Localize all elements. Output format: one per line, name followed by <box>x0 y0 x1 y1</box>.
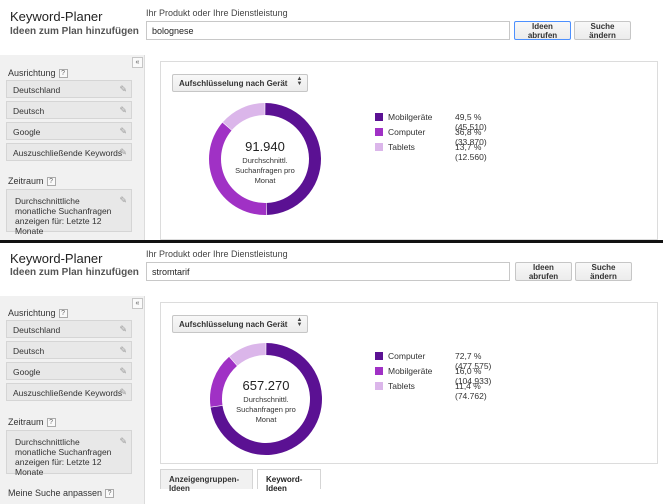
breakdown-dropdown-label: Aufschlüsselung nach Gerät <box>179 79 288 88</box>
pencil-icon[interactable]: ✎ <box>119 195 127 205</box>
legend-label: Mobilgeräte <box>388 366 433 376</box>
breakdown-dropdown-label: Aufschlüsselung nach Gerät <box>179 320 288 329</box>
date-range-text: Durchschnittliche monatliche Suchanfrage… <box>15 196 112 236</box>
content-area: Aufschlüsselung nach Gerät ▲ ▼ 91.940 Dur… <box>152 55 663 240</box>
modify-search-button[interactable]: Suche ändern <box>575 262 632 281</box>
help-icon[interactable]: ? <box>46 418 56 428</box>
product-search-input[interactable] <box>146 21 510 40</box>
device-breakdown-card: Aufschlüsselung nach Gerät ▲ ▼ 657.270 Du… <box>160 302 658 464</box>
legend-swatch <box>375 352 383 360</box>
customize-search-label-text: Meine Suche anpassen <box>8 488 103 498</box>
pencil-icon[interactable]: ✎ <box>119 387 127 398</box>
collapse-sidebar-button[interactable]: « <box>132 298 143 309</box>
sidebar-item-label: Deutsch <box>13 106 45 116</box>
pencil-icon[interactable]: ✎ <box>119 126 127 137</box>
pencil-icon[interactable]: ✎ <box>119 147 127 158</box>
date-range-label: Zeitraum? <box>8 417 56 428</box>
legend-stat: 11,4 % (74.762) <box>455 381 487 401</box>
legend-swatch <box>375 113 383 121</box>
top-keyword-planner-panel: Keyword-Planer Ideen zum Plan hinzufügen… <box>0 0 663 240</box>
sidebar-item-label: Google <box>13 367 41 377</box>
total-searches-value: 657.270 <box>242 378 290 393</box>
total-searches-caption: Durchschnittl. Suchanfragen pro Monat <box>236 395 296 424</box>
legend-label: Computer <box>388 127 426 137</box>
date-range-box[interactable]: Durchschnittliche monatliche Suchanfrage… <box>6 189 132 236</box>
help-icon[interactable]: ? <box>105 489 115 499</box>
content-area: Aufschlüsselung nach Gerät ▲ ▼ 657.270 Du… <box>152 296 663 504</box>
legend-label: Mobilgeräte <box>388 112 433 122</box>
date-range-label-text: Zeitraum <box>8 417 44 427</box>
total-searches-value: 91.940 <box>245 139 285 154</box>
legend-stat: 13,7 % (12.560) <box>455 142 487 162</box>
breakdown-dropdown[interactable]: Aufschlüsselung nach Gerät ▲ ▼ <box>172 74 309 92</box>
sort-arrows-icon: ▲ ▼ <box>296 317 303 328</box>
bottom-keyword-planner-panel: Keyword-Planer Ideen zum Plan hinzufügen… <box>0 243 663 504</box>
date-range-label: Zeitraum? <box>8 176 56 187</box>
get-ideas-button[interactable]: Ideen abrufen <box>515 262 572 281</box>
donut-slice-tablets <box>229 343 266 366</box>
legend-swatch <box>375 143 383 151</box>
legend-swatch <box>375 382 383 390</box>
pencil-icon[interactable]: ✎ <box>119 105 127 116</box>
device-breakdown-card: Aufschlüsselung nach Gerät ▲ ▼ 91.940 Dur… <box>160 61 658 240</box>
legend-label: Computer <box>388 351 426 361</box>
product-label: Ihr Produkt oder Ihre Dienstleistung <box>146 249 288 259</box>
help-icon[interactable]: ? <box>58 309 68 319</box>
targeting-label-text: Ausrichtung <box>8 68 56 78</box>
pencil-icon[interactable]: ✎ <box>119 324 127 335</box>
sidebar-item-label: Deutschland <box>13 85 61 95</box>
donut-center: 657.270 Durchschnittl. Suchanfragen pro … <box>209 378 323 425</box>
sidebar-item-label: Auszuschließende Keywords <box>13 388 123 398</box>
sort-arrows-icon: ▲ ▼ <box>296 76 303 87</box>
legend-swatch <box>375 128 383 136</box>
pencil-icon[interactable]: ✎ <box>119 345 127 356</box>
pencil-icon[interactable]: ✎ <box>119 436 127 446</box>
help-icon[interactable]: ? <box>58 69 68 79</box>
targeting-label: Ausrichtung? <box>8 308 68 319</box>
date-range-text: Durchschnittliche monatliche Suchanfrage… <box>15 437 112 477</box>
donut-slice-tablets <box>222 103 265 131</box>
legend-label: Tablets <box>388 142 415 152</box>
page-title: Keyword-Planer <box>10 251 103 266</box>
targeting-label-text: Ausrichtung <box>8 308 56 318</box>
pencil-icon[interactable]: ✎ <box>119 84 127 95</box>
sidebar-item-location[interactable]: Deutschland ✎ <box>6 80 132 98</box>
sidebar: « Ausrichtung? Deutschland ✎ Deutsch ✎ Goo… <box>0 55 145 240</box>
sidebar-item-label: Google <box>13 127 41 137</box>
sidebar-item-label: Auszuschließende Keywords <box>13 148 123 158</box>
donut-chart: 657.270 Durchschnittl. Suchanfragen pro … <box>209 342 323 456</box>
customize-search-label: Meine Suche anpassen? <box>8 488 115 499</box>
sidebar-item-network[interactable]: Google ✎ <box>6 362 132 380</box>
sidebar: « Ausrichtung? Deutschland ✎ Deutsch ✎ Goo… <box>0 296 145 504</box>
donut-center: 91.940 Durchschnittl. Suchanfragen pro M… <box>208 139 322 186</box>
collapse-sidebar-button[interactable]: « <box>132 57 143 68</box>
product-label: Ihr Produkt oder Ihre Dienstleistung <box>146 8 288 18</box>
targeting-label: Ausrichtung? <box>8 68 68 79</box>
breakdown-dropdown[interactable]: Aufschlüsselung nach Gerät ▲ ▼ <box>172 315 309 333</box>
modify-search-button[interactable]: Suche ändern <box>574 21 631 40</box>
tab-keyword-ideas[interactable]: Keyword-Ideen <box>257 469 321 493</box>
product-search-input[interactable] <box>146 262 510 281</box>
sidebar-item-network[interactable]: Google ✎ <box>6 122 132 140</box>
page-subtitle: Ideen zum Plan hinzufügen <box>10 267 139 278</box>
legend-label: Tablets <box>388 381 415 391</box>
page-subtitle: Ideen zum Plan hinzufügen <box>10 26 139 37</box>
tab-ad-group-ideas[interactable]: Anzeigengruppen-Ideen <box>160 469 253 493</box>
help-icon[interactable]: ? <box>46 177 56 187</box>
date-range-label-text: Zeitraum <box>8 176 44 186</box>
get-ideas-button[interactable]: Ideen abrufen <box>514 21 571 40</box>
page-title: Keyword-Planer <box>10 9 103 24</box>
sidebar-item-label: Deutschland <box>13 325 61 335</box>
sidebar-item-language[interactable]: Deutsch ✎ <box>6 341 132 359</box>
date-range-box[interactable]: Durchschnittliche monatliche Suchanfrage… <box>6 430 132 477</box>
donut-chart: 91.940 Durchschnittl. Suchanfragen pro M… <box>208 102 322 216</box>
sidebar-item-negative-keywords[interactable]: Auszuschließende Keywords ✎ <box>6 383 132 401</box>
sidebar-item-negative-keywords[interactable]: Auszuschließende Keywords ✎ <box>6 143 132 161</box>
legend-swatch <box>375 367 383 375</box>
pencil-icon[interactable]: ✎ <box>119 366 127 377</box>
sidebar-item-location[interactable]: Deutschland ✎ <box>6 320 132 338</box>
sidebar-item-label: Deutsch <box>13 346 45 356</box>
sidebar-item-language[interactable]: Deutsch ✎ <box>6 101 132 119</box>
total-searches-caption: Durchschnittl. Suchanfragen pro Monat <box>235 156 295 185</box>
